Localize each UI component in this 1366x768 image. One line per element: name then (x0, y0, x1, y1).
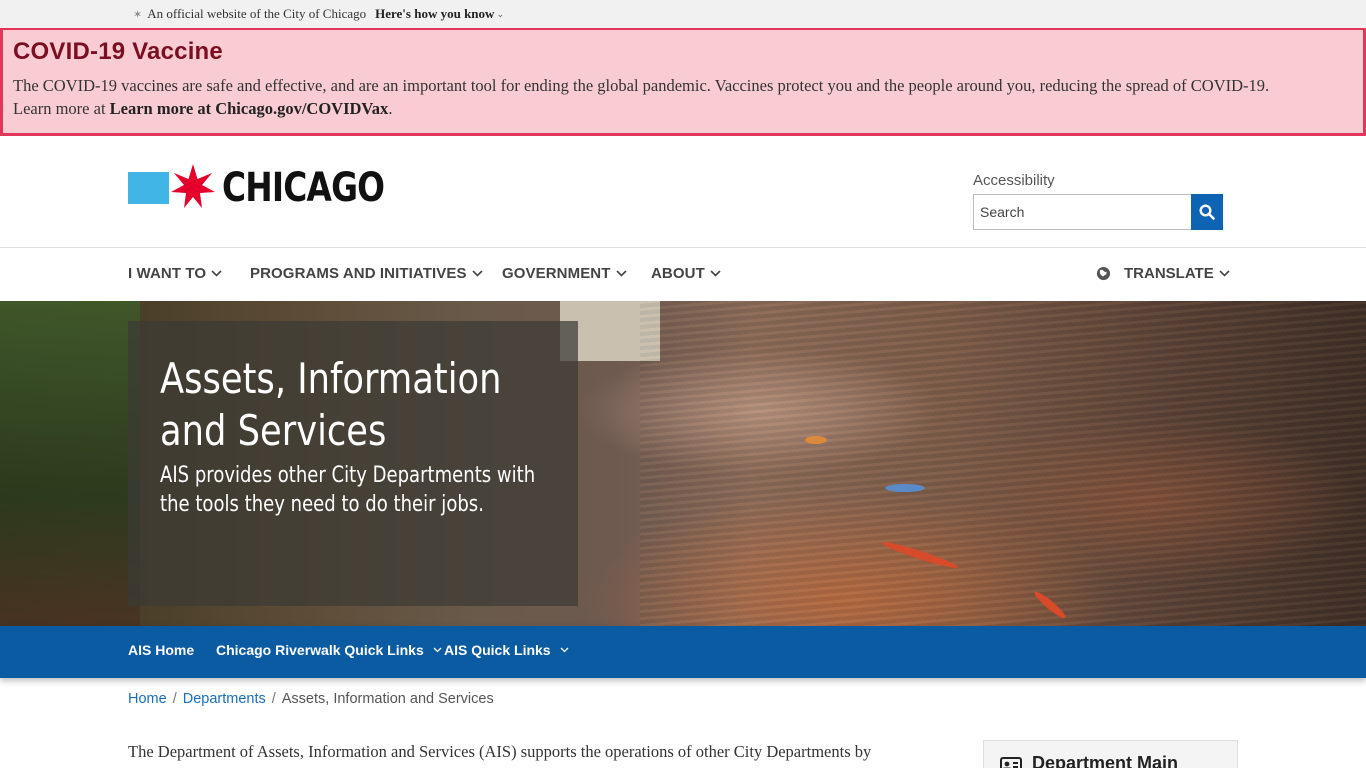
chevron-down-icon: ⌄ (496, 8, 504, 19)
chevron-down-icon (1219, 270, 1230, 277)
chevron-down-icon (615, 270, 627, 277)
alert-body: The COVID-19 vaccines are safe and effec… (13, 74, 1363, 120)
breadcrumb-home-link[interactable]: Home (128, 691, 167, 707)
nav-item-programs-and-initiatives[interactable]: PROGRAMS AND INITIATIVES (250, 265, 483, 282)
translate-label: TRANSLATE (1124, 265, 1214, 282)
chicago-logo[interactable]: CHICAGO (128, 164, 420, 212)
chevron-down-icon (211, 270, 222, 277)
alert-learn-prefix: Learn more at (13, 99, 110, 118)
breadcrumb-current: Assets, Information and Services (281, 691, 494, 707)
main-navigation: I WANT TO PROGRAMS AND INITIATIVES GOVER… (0, 248, 1366, 301)
alert-body-text: The COVID-19 vaccines are safe and effec… (13, 76, 1270, 95)
site-header: CHICAGO Accessibility (0, 136, 1366, 248)
search-form (973, 194, 1223, 230)
contact-card-icon (1000, 757, 1022, 768)
hero-image-kayak (885, 484, 925, 492)
covidvax-link[interactable]: Learn more at Chicago.gov/COVIDVax (110, 99, 389, 118)
subnav-item-ais-home[interactable]: AIS Home (128, 642, 194, 658)
nav-item-label: ABOUT (651, 265, 705, 282)
chevron-down-icon (433, 647, 442, 653)
breadcrumb: Home / Departments / Assets, Information… (128, 691, 494, 707)
globe-icon (1096, 266, 1111, 281)
hero-banner: Assets, Information and Services AIS pro… (0, 301, 1366, 627)
breadcrumb-separator: / (172, 691, 177, 707)
covid-alert-banner: COVID-19 Vaccine The COVID-19 vaccines a… (0, 28, 1366, 136)
nav-item-label: GOVERNMENT (502, 265, 611, 282)
department-main-card[interactable]: Department Main (983, 740, 1238, 768)
nav-item-label: PROGRAMS AND INITIATIVES (250, 265, 467, 282)
hero-image-trees (0, 301, 140, 627)
star-icon: ✶ (133, 8, 143, 21)
chevron-down-icon (560, 647, 569, 653)
hero-title: Assets, Information and Services (160, 354, 502, 455)
search-input[interactable] (973, 194, 1191, 230)
translate-button[interactable]: TRANSLATE (1096, 265, 1230, 282)
hero-text-panel: Assets, Information and Services AIS pro… (128, 321, 578, 606)
official-website-banner: ✶ An official website of the City of Chi… (0, 0, 1366, 28)
nav-item-about[interactable]: ABOUT (651, 265, 721, 282)
department-subnav: AIS Home Chicago Riverwalk Quick Links A… (0, 626, 1366, 678)
hero-subtitle: AIS provides other City Departments with… (160, 463, 536, 517)
heres-how-you-know-link[interactable]: Here's how you know (375, 6, 494, 22)
subnav-item-riverwalk-quick-links[interactable]: Chicago Riverwalk Quick Links (216, 642, 442, 658)
nav-item-label: I WANT TO (128, 265, 207, 282)
nav-item-i-want-to[interactable]: I WANT TO (128, 265, 222, 282)
hero-image-kayak (805, 436, 827, 444)
flag-blue-stripe (128, 172, 169, 204)
chevron-down-icon (472, 270, 483, 277)
logo-wordmark: CHICAGO (222, 165, 385, 211)
subnav-item-label: AIS Quick Links (444, 642, 551, 658)
search-button[interactable] (1191, 194, 1223, 230)
nav-item-government[interactable]: GOVERNMENT (502, 265, 627, 282)
breadcrumb-departments-link[interactable]: Departments (183, 691, 266, 707)
red-star-icon (171, 164, 215, 208)
chevron-down-icon (710, 270, 721, 277)
hero-image-water (640, 301, 1366, 627)
intro-paragraph: The Department of Assets, Information an… (128, 742, 872, 761)
subnav-item-label: AIS Home (128, 642, 195, 658)
breadcrumb-separator: / (271, 691, 276, 707)
alert-learn-suffix: . (388, 99, 393, 118)
accessibility-link[interactable]: Accessibility (973, 172, 1055, 189)
search-icon (1199, 204, 1215, 220)
subnav-item-label: Chicago Riverwalk Quick Links (216, 642, 424, 658)
subnav-item-ais-quick-links[interactable]: AIS Quick Links (444, 642, 569, 658)
alert-title: COVID-19 Vaccine (13, 38, 223, 65)
official-website-text: An official website of the City of Chica… (147, 6, 367, 21)
department-main-title: Department Main (1032, 753, 1179, 768)
